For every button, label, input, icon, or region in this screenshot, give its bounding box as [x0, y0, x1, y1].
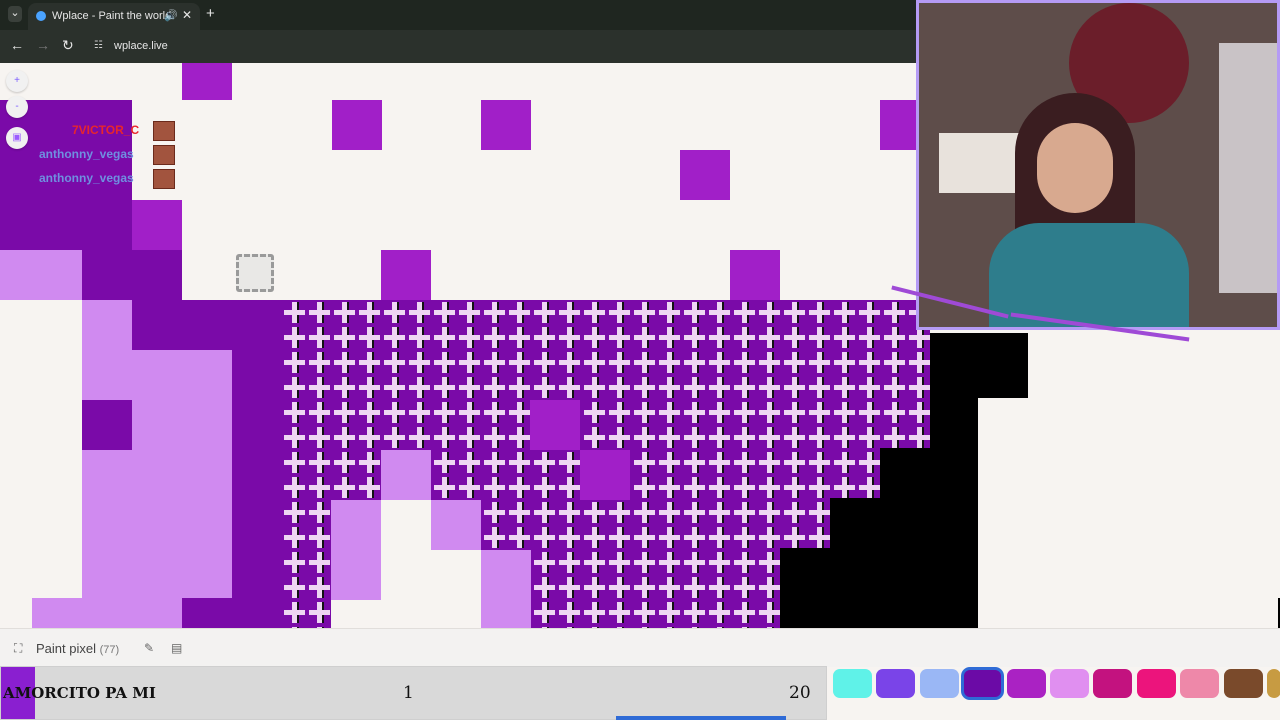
person-face: [1037, 123, 1113, 213]
goal-target: 20: [789, 683, 811, 703]
chat-username: 7VICTOR_C: [72, 123, 140, 137]
pencil-icon[interactable]: ✎: [144, 641, 154, 655]
wall: [1219, 43, 1277, 293]
zoom-out-button[interactable]: -: [6, 96, 28, 118]
twitch-icon[interactable]: ▣: [6, 127, 28, 149]
scroll-indicator: [616, 716, 786, 720]
color-swatch[interactable]: [1006, 669, 1046, 698]
paint-pixel-count: (77): [99, 644, 120, 656]
goal-name: AMORCITO PA MI: [3, 684, 156, 702]
back-arrow-icon[interactable]: ←: [10, 37, 24, 53]
color-swatch[interactable]: [919, 669, 959, 698]
color-swatch[interactable]: [1180, 669, 1220, 698]
color-swatch[interactable]: [876, 669, 916, 698]
forward-arrow-icon[interactable]: →: [36, 37, 50, 53]
pixel-block: [132, 200, 182, 250]
pixel-block: [0, 250, 82, 300]
globe-icon: [36, 11, 46, 21]
chat-emote: [153, 169, 175, 189]
pixel-block: [132, 350, 232, 598]
tune-icon[interactable]: ☷: [94, 40, 106, 52]
selection-cursor[interactable]: [236, 254, 274, 292]
reload-icon[interactable]: ↻: [62, 37, 74, 54]
color-swatch[interactable]: [1050, 669, 1089, 698]
webcam-feed: [916, 0, 1280, 330]
color-swatch[interactable]: [833, 669, 872, 698]
tab-title: Wplace - Paint the world: [52, 10, 172, 22]
goal-current: 1: [403, 683, 414, 703]
close-icon[interactable]: ✕: [182, 8, 192, 22]
pixel-block: [82, 450, 132, 598]
chat-emote: [153, 121, 175, 141]
paint-pixel-label: Paint pixel: [36, 641, 96, 656]
pixel-block: [182, 63, 232, 100]
pixel-block: [481, 100, 531, 150]
color-swatch[interactable]: [1093, 669, 1133, 698]
sign: [939, 133, 1019, 193]
color-swatch[interactable]: [1267, 669, 1280, 698]
color-swatch[interactable]: [961, 667, 1005, 700]
chat-emote: [153, 145, 175, 165]
stream-goal-bar: AMORCITO PA MI 1 20: [0, 666, 827, 720]
pixel-block: [82, 300, 132, 400]
chat-username: anthonny_vegas: [39, 171, 134, 185]
zoom-in-button[interactable]: +: [6, 70, 28, 92]
browser-tab[interactable]: Wplace - Paint the world 🔊 ✕: [28, 3, 200, 30]
pixel-block: [332, 100, 382, 150]
color-swatch[interactable]: [1136, 669, 1176, 698]
chevron-down-icon[interactable]: ⌄: [8, 6, 22, 22]
address-bar[interactable]: wplace.live: [114, 40, 168, 52]
speaker-icon[interactable]: 🔊: [164, 9, 178, 22]
color-swatch[interactable]: [1223, 669, 1263, 698]
pixel-block: [32, 598, 182, 628]
layout-icon[interactable]: ▤: [171, 641, 182, 655]
paint-bar: ⛶ Paint pixel (77) ✎ ▤: [0, 628, 1280, 667]
chat-username: anthonny_vegas: [39, 147, 134, 161]
plus-icon[interactable]: +: [206, 5, 215, 22]
pixel-block: [381, 250, 431, 300]
fullscreen-icon[interactable]: ⛶: [14, 641, 22, 656]
